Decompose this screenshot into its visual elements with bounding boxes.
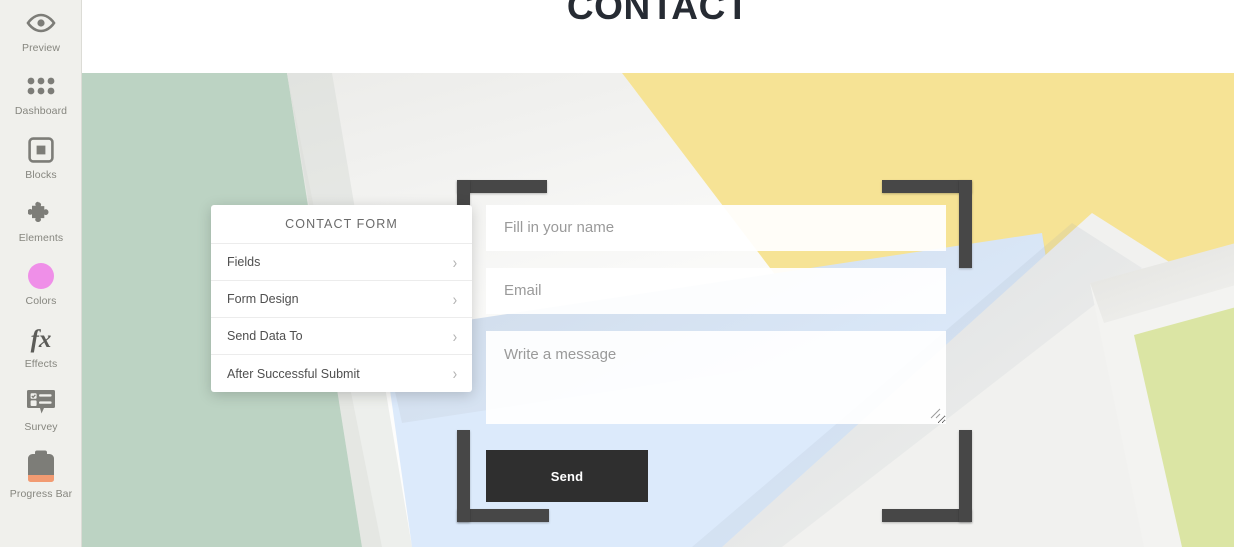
chevron-right-icon: › bbox=[452, 252, 458, 272]
sidebar-item-label: Dashboard bbox=[14, 105, 68, 117]
context-menu-item-send-data-to[interactable]: Send Data To › bbox=[211, 318, 472, 355]
context-menu-title: CONTACT FORM bbox=[211, 205, 472, 244]
chevron-right-icon: › bbox=[452, 364, 458, 383]
context-menu-item-label: Send Data To bbox=[227, 329, 303, 343]
sidebar-item-label: Effects bbox=[24, 358, 58, 370]
color-circle-icon bbox=[27, 259, 55, 293]
context-menu-item-label: After Successful Submit bbox=[227, 366, 360, 381]
sidebar-item-effects[interactable]: fx Effects bbox=[0, 322, 82, 384]
sidebar-item-preview[interactable]: Preview bbox=[0, 6, 82, 68]
left-toolbar: Preview Dashboard Blocks Elements Colors… bbox=[0, 0, 82, 547]
page-header: CONTACT bbox=[82, 0, 1234, 73]
progress-bar-icon bbox=[28, 448, 54, 486]
send-button[interactable]: Send bbox=[486, 450, 648, 502]
fx-icon: fx bbox=[30, 325, 52, 353]
sidebar-item-dashboard[interactable]: Dashboard bbox=[0, 69, 82, 131]
chevron-right-icon: › bbox=[452, 289, 458, 309]
sidebar-item-progress-bar[interactable]: Progress Bar bbox=[0, 448, 82, 510]
sidebar-item-label: Colors bbox=[25, 295, 57, 307]
context-menu-item-form-design[interactable]: Form Design › bbox=[211, 281, 472, 318]
chevron-right-icon: › bbox=[452, 326, 458, 346]
contact-form: Send bbox=[486, 205, 946, 502]
page-title: CONTACT bbox=[566, 0, 750, 27]
sidebar-item-label: Survey bbox=[24, 421, 58, 433]
grid-dots-icon bbox=[27, 69, 55, 103]
eye-icon bbox=[26, 6, 56, 40]
contact-form-context-menu: CONTACT FORM Fields › Form Design › Send… bbox=[211, 205, 472, 392]
sidebar-item-elements[interactable]: Elements bbox=[0, 196, 82, 258]
email-input[interactable] bbox=[486, 268, 946, 314]
sidebar-item-label: Preview bbox=[21, 42, 61, 54]
blocks-square-icon bbox=[28, 133, 54, 167]
sidebar-item-label: Progress Bar bbox=[9, 488, 73, 500]
app-root: Preview Dashboard Blocks Elements Colors… bbox=[0, 0, 1234, 547]
message-textarea[interactable] bbox=[486, 331, 946, 424]
puzzle-piece-icon bbox=[28, 196, 54, 230]
name-input[interactable] bbox=[486, 205, 946, 251]
context-menu-item-label: Form Design bbox=[227, 292, 299, 306]
sidebar-item-survey[interactable]: Survey bbox=[0, 385, 82, 447]
sidebar-item-label: Blocks bbox=[25, 169, 57, 181]
sidebar-item-blocks[interactable]: Blocks bbox=[0, 133, 82, 195]
survey-bubble-icon bbox=[27, 385, 55, 419]
context-menu-item-after-successful-submit[interactable]: After Successful Submit › bbox=[211, 355, 472, 392]
context-menu-item-fields[interactable]: Fields › bbox=[211, 244, 472, 281]
sidebar-item-label: Elements bbox=[18, 232, 64, 244]
context-menu-item-label: Fields bbox=[227, 255, 261, 269]
sidebar-item-colors[interactable]: Colors bbox=[0, 259, 82, 321]
